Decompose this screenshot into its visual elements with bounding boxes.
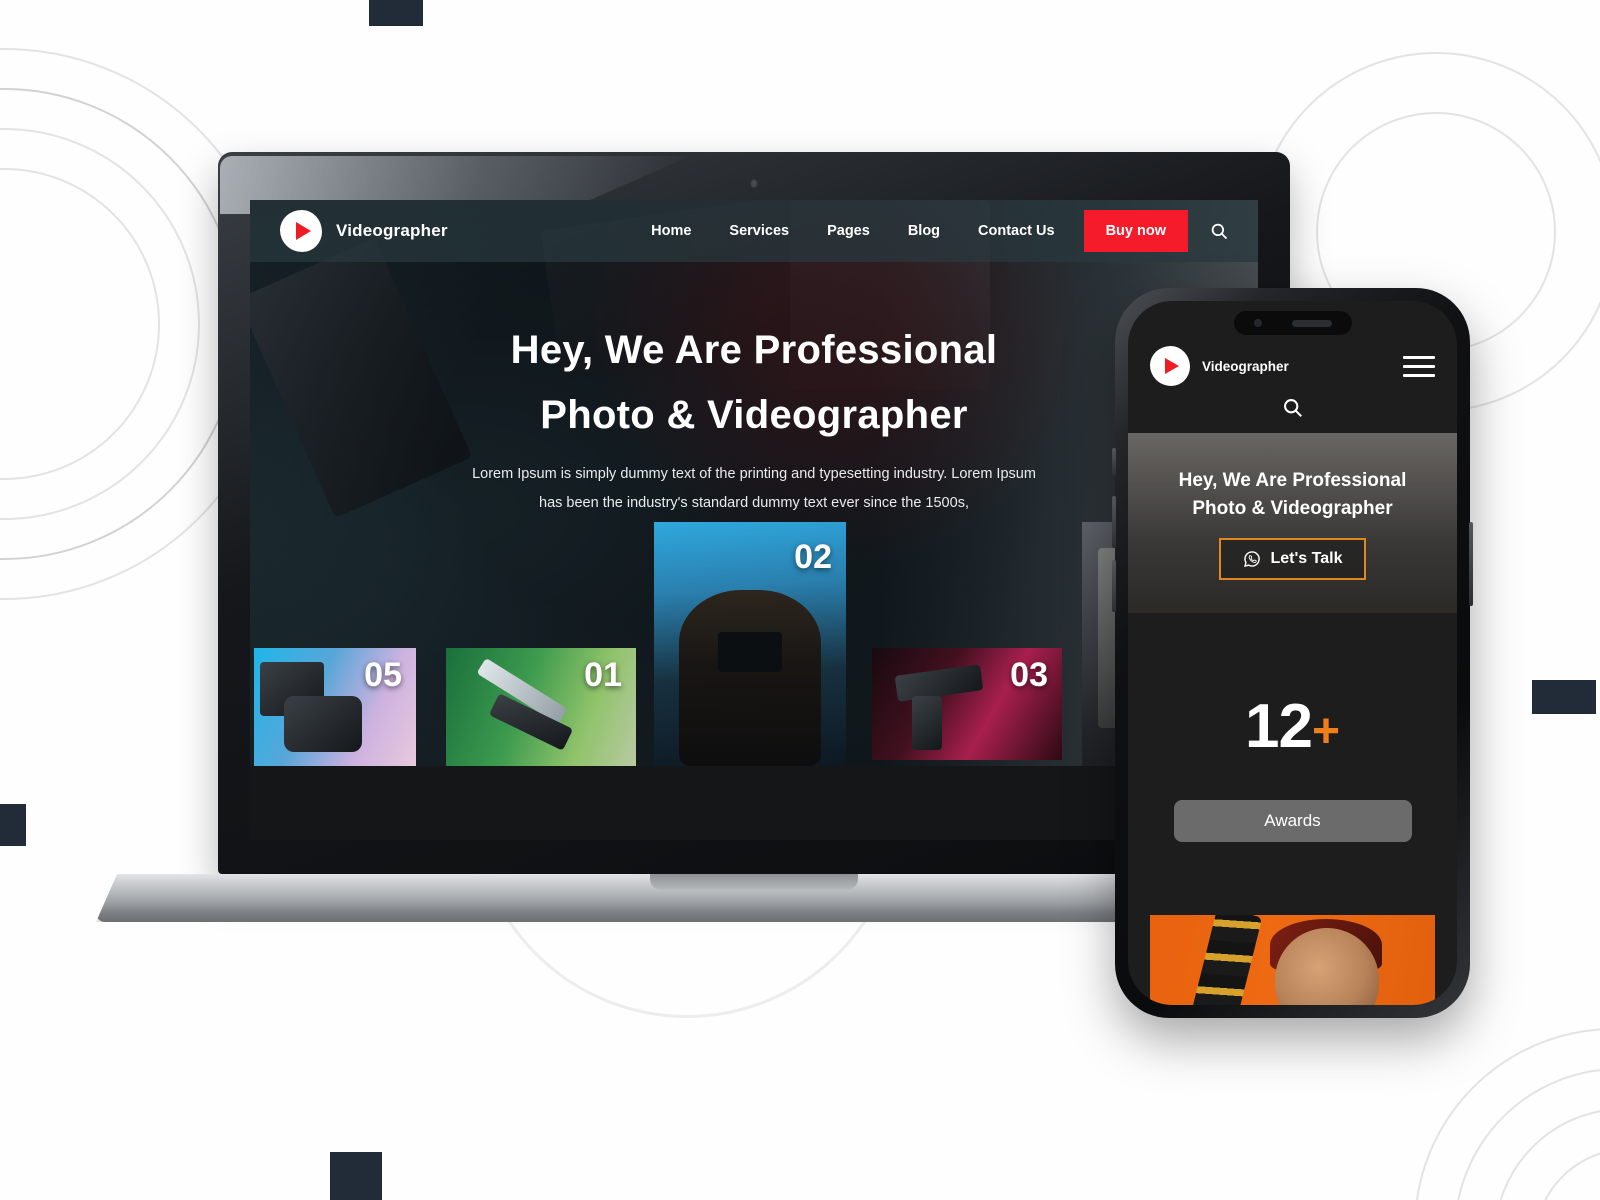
nav-item-services[interactable]: Services <box>710 223 808 239</box>
laptop-screen: Videographer Home Services Pages Blog Co… <box>250 200 1258 840</box>
nav-item-home[interactable]: Home <box>632 223 710 239</box>
whatsapp-icon <box>1243 550 1260 567</box>
phone-body: Videographer Hey, We Are Professional Ph… <box>1112 288 1473 1018</box>
card-photographer[interactable]: 02 <box>654 522 846 766</box>
buy-now-button[interactable]: Buy now <box>1083 210 1188 252</box>
earpiece-speaker <box>1291 319 1332 327</box>
phone-stat-block: 12+ Awards <box>1128 691 1457 842</box>
photo-camera-lens <box>1186 915 1263 1005</box>
brand-name: Videographer <box>336 221 448 240</box>
laptop-base-notch <box>650 874 858 890</box>
card-drone[interactable]: 01 <box>446 648 636 766</box>
nav-item-pages[interactable]: Pages <box>808 223 889 239</box>
phone-power-button[interactable] <box>1469 522 1473 606</box>
phone-hero-heading-line1: Hey, We Are Professional <box>1178 469 1407 491</box>
card-number: 01 <box>584 656 622 694</box>
phone-hero-heading-line2: Photo & Videographer <box>1192 498 1393 519</box>
stat-plus-sign: + <box>1311 705 1340 758</box>
hero-text-block: Hey, We Are Professional Photo & Videogr… <box>250 318 1258 516</box>
phone-notch <box>1233 311 1352 335</box>
decor-square-bottom <box>330 1152 382 1200</box>
site-navbar: Videographer Home Services Pages Blog Co… <box>250 200 1258 262</box>
search-icon[interactable] <box>1210 222 1228 240</box>
stat-number: 12 <box>1245 692 1313 761</box>
stat-value-row: 12+ <box>1128 691 1457 762</box>
play-logo-icon <box>280 210 322 252</box>
decor-square-left <box>0 804 26 846</box>
phone-volume-down-button[interactable] <box>1112 560 1116 612</box>
card-number: 03 <box>1010 656 1048 694</box>
front-camera-icon <box>1253 319 1262 327</box>
lets-talk-label: Let's Talk <box>1270 549 1343 567</box>
card-gimbal[interactable]: 03 <box>872 648 1062 760</box>
phone-screen: Videographer Hey, We Are Professional Ph… <box>1128 301 1457 1005</box>
decor-square-right <box>1532 680 1596 714</box>
phone-mute-button[interactable] <box>1112 448 1116 476</box>
phone-hero-section: Hey, We Are Professional Photo & Videogr… <box>1128 433 1457 613</box>
lets-talk-button[interactable]: Let's Talk <box>1218 537 1367 580</box>
phone-volume-up-button[interactable] <box>1112 496 1116 548</box>
phone-brand-name: Videographer <box>1202 358 1289 374</box>
play-logo-icon[interactable] <box>1150 346 1190 386</box>
phone-bottom-photo[interactable] <box>1150 915 1435 1005</box>
play-triangle-icon <box>1165 358 1179 374</box>
card-number: 05 <box>364 656 402 694</box>
screen-bottom-strip <box>250 766 1258 840</box>
awards-button[interactable]: Awards <box>1173 800 1412 842</box>
phone-search-icon[interactable] <box>1128 397 1457 418</box>
hero-heading-line2: Photo & Videographer <box>540 392 968 437</box>
brand-logo[interactable]: Videographer <box>280 210 448 252</box>
nav-item-contact-us[interactable]: Contact Us <box>959 223 1074 239</box>
hero-heading-line1: Hey, We Are Professional <box>510 328 998 372</box>
decor-square-top <box>369 0 423 26</box>
hamburger-icon[interactable] <box>1403 355 1435 377</box>
card-camera-rig[interactable]: 05 <box>254 648 416 766</box>
webcam-icon <box>749 178 759 189</box>
hero-subtext-line1: Lorem Ipsum is simply dummy text of the … <box>472 465 1036 482</box>
page-root: Videographer Home Services Pages Blog Co… <box>0 0 1600 1200</box>
person-silhouette <box>678 590 822 766</box>
play-triangle-icon <box>295 222 311 240</box>
phone-mockup: Videographer Hey, We Are Professional Ph… <box>1112 288 1473 1018</box>
nav-links: Home Services Pages Blog Contact Us Buy … <box>632 210 1228 252</box>
phone-header: Videographer <box>1128 343 1457 389</box>
card-number: 02 <box>794 538 832 576</box>
portfolio-card-row: 05 01 02 03 <box>250 496 1258 766</box>
nav-item-blog[interactable]: Blog <box>889 223 959 239</box>
